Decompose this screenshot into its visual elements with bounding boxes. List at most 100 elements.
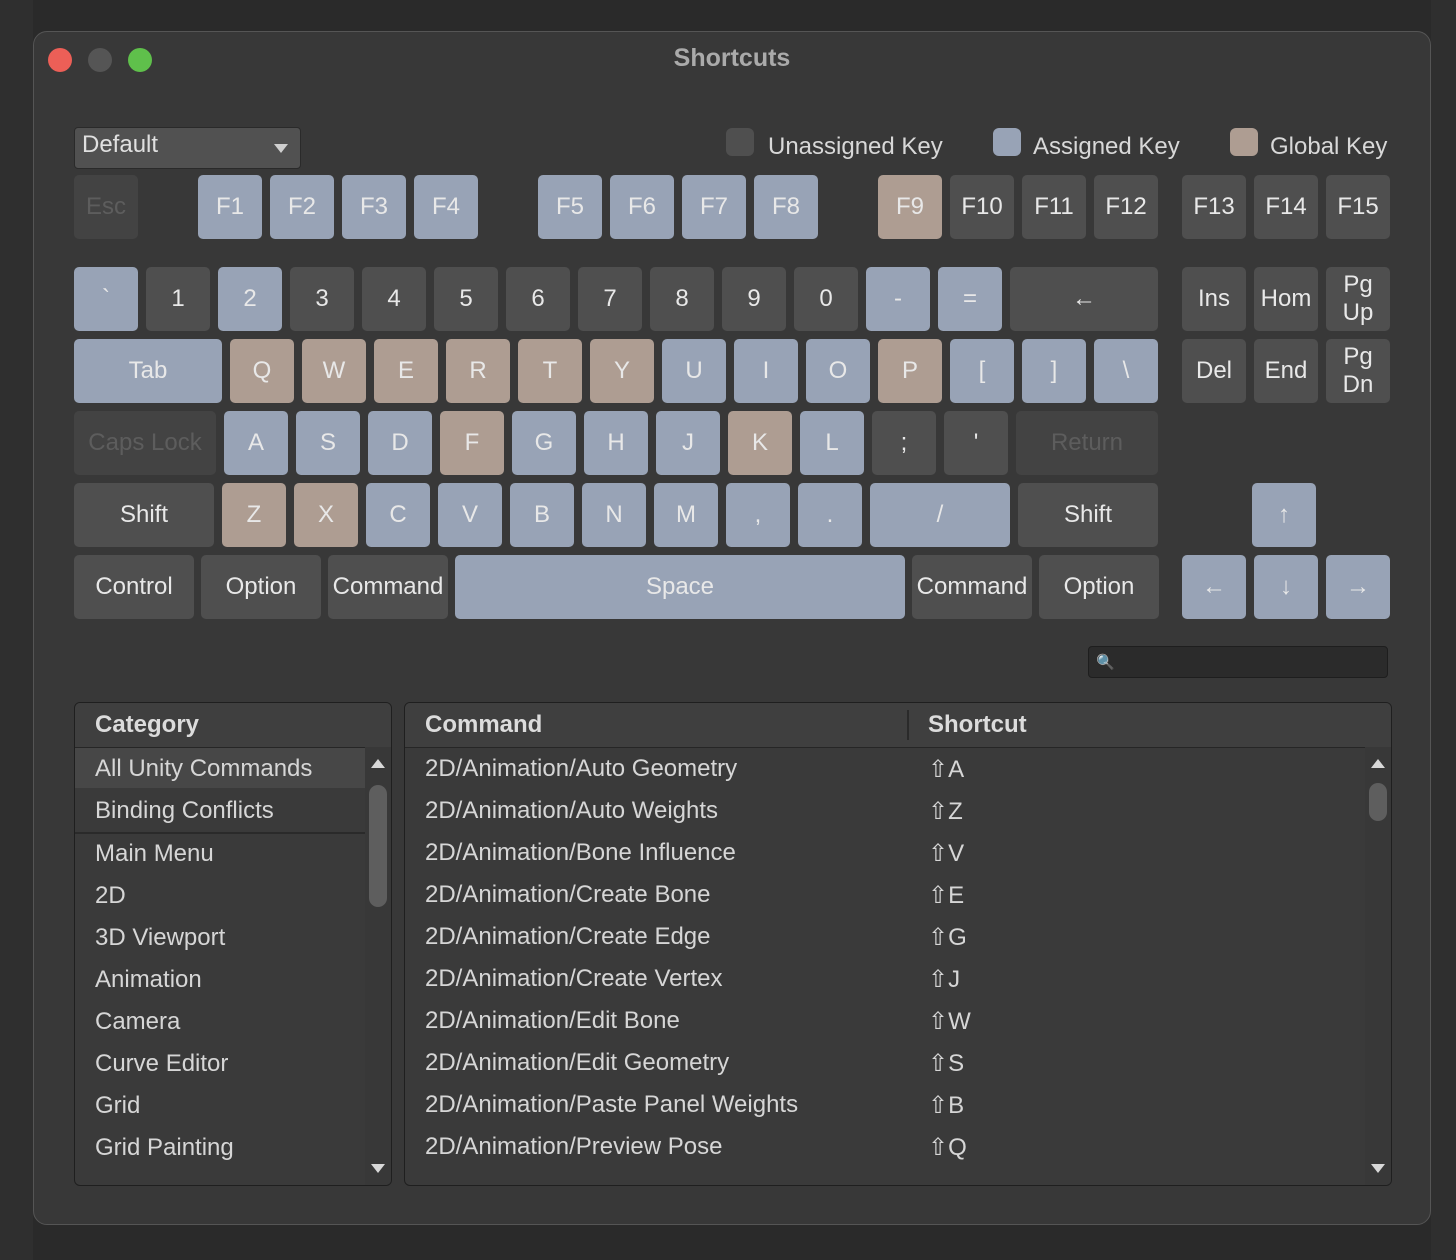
key-end[interactable]: End [1254, 339, 1318, 403]
command-row[interactable]: 2D/Animation/Edit Bone ⇧W [405, 1001, 1365, 1041]
command-row[interactable]: 2D/Animation/Edit Geometry ⇧S [405, 1043, 1365, 1083]
key-f12[interactable]: F12 [1094, 175, 1158, 239]
key-y[interactable]: Y [590, 339, 654, 403]
key-1[interactable]: 1 [146, 267, 210, 331]
key-c[interactable]: C [366, 483, 430, 547]
key-f14[interactable]: F14 [1254, 175, 1318, 239]
key-t[interactable]: T [518, 339, 582, 403]
key-option[interactable]: Option [1039, 555, 1159, 619]
key-f7[interactable]: F7 [682, 175, 746, 239]
key-command[interactable]: Command [328, 555, 448, 619]
key-f13[interactable]: F13 [1182, 175, 1246, 239]
key-sym-46[interactable]: \ [1094, 339, 1158, 403]
key-f[interactable]: F [440, 411, 504, 475]
scroll-down-icon[interactable] [1371, 1164, 1385, 1173]
key-r[interactable]: R [446, 339, 510, 403]
key-7[interactable]: 7 [578, 267, 642, 331]
key-w[interactable]: W [302, 339, 366, 403]
key-f2[interactable]: F2 [270, 175, 334, 239]
command-row[interactable]: 2D/Animation/Auto Geometry ⇧A [405, 749, 1365, 789]
key-f9[interactable]: F9 [878, 175, 942, 239]
category-item[interactable]: Animation [95, 966, 202, 994]
key-hom[interactable]: Hom [1254, 267, 1318, 331]
category-item[interactable]: Grid Painting [95, 1134, 234, 1162]
command-row[interactable]: 2D/Animation/Preview Pose ⇧Q [405, 1127, 1365, 1167]
key-shift[interactable]: Shift [74, 483, 214, 547]
key-f3[interactable]: F3 [342, 175, 406, 239]
key-f11[interactable]: F11 [1022, 175, 1086, 239]
category-scrollbar[interactable] [365, 747, 391, 1185]
key-sym-73[interactable]: / [870, 483, 1010, 547]
command-scrollbar[interactable] [1365, 747, 1391, 1185]
key-2[interactable]: 2 [218, 267, 282, 331]
key-sym-44[interactable]: [ [950, 339, 1014, 403]
key-h[interactable]: H [584, 411, 648, 475]
key-9[interactable]: 9 [722, 267, 786, 331]
key-f4[interactable]: F4 [414, 175, 478, 239]
key-j[interactable]: J [656, 411, 720, 475]
key-sym-83[interactable]: ↓ [1254, 555, 1318, 619]
shortcut-column-header[interactable]: Shortcut [928, 711, 1027, 739]
key-a[interactable]: A [224, 411, 288, 475]
key-k[interactable]: K [728, 411, 792, 475]
key-sym-61[interactable]: ' [944, 411, 1008, 475]
key-6[interactable]: 6 [506, 267, 570, 331]
key-sym-27[interactable]: - [866, 267, 930, 331]
key-q[interactable]: Q [230, 339, 294, 403]
key-tab[interactable]: Tab [74, 339, 222, 403]
key-f5[interactable]: F5 [538, 175, 602, 239]
key-sym-72[interactable]: . [798, 483, 862, 547]
key-command[interactable]: Command [912, 555, 1032, 619]
key-g[interactable]: G [512, 411, 576, 475]
key-z[interactable]: Z [222, 483, 286, 547]
key-x[interactable]: X [294, 483, 358, 547]
key-sym-28[interactable]: = [938, 267, 1002, 331]
key-i[interactable]: I [734, 339, 798, 403]
key-l[interactable]: L [800, 411, 864, 475]
category-item[interactable]: Binding Conflicts [95, 797, 274, 825]
key-0[interactable]: 0 [794, 267, 858, 331]
command-row[interactable]: 2D/Animation/Auto Weights ⇧Z [405, 791, 1365, 831]
key-pg-dn[interactable]: Pg Dn [1326, 339, 1390, 403]
command-row[interactable]: 2D/Animation/Create Vertex ⇧J [405, 959, 1365, 999]
key-4[interactable]: 4 [362, 267, 426, 331]
key-space[interactable]: Space [455, 555, 905, 619]
key-m[interactable]: M [654, 483, 718, 547]
key-e[interactable]: E [374, 339, 438, 403]
command-column-header[interactable]: Command [425, 711, 542, 739]
scroll-up-icon[interactable] [1371, 759, 1385, 768]
key-n[interactable]: N [582, 483, 646, 547]
key-u[interactable]: U [662, 339, 726, 403]
key-o[interactable]: O [806, 339, 870, 403]
key-sym-75[interactable]: ↑ [1252, 483, 1316, 547]
command-row[interactable]: 2D/Animation/Paste Panel Weights ⇧B [405, 1085, 1365, 1125]
category-scroll-thumb[interactable] [369, 785, 387, 907]
key-sym-84[interactable]: → [1326, 555, 1390, 619]
category-item[interactable]: Curve Editor [95, 1050, 228, 1078]
key-control[interactable]: Control [74, 555, 194, 619]
key-sym-82[interactable]: ← [1182, 555, 1246, 619]
key-option[interactable]: Option [201, 555, 321, 619]
key-ins[interactable]: Ins [1182, 267, 1246, 331]
key-f1[interactable]: F1 [198, 175, 262, 239]
key-sym-60[interactable]: ; [872, 411, 936, 475]
key-p[interactable]: P [878, 339, 942, 403]
search-field[interactable]: 🔍 [1088, 646, 1388, 678]
category-item[interactable]: 3D Viewport [95, 924, 225, 952]
key-del[interactable]: Del [1182, 339, 1246, 403]
key-d[interactable]: D [368, 411, 432, 475]
key-5[interactable]: 5 [434, 267, 498, 331]
key-sym-16[interactable]: ` [74, 267, 138, 331]
key-f8[interactable]: F8 [754, 175, 818, 239]
command-row[interactable]: 2D/Animation/Create Edge ⇧G [405, 917, 1365, 957]
category-item[interactable]: Camera [95, 1008, 180, 1036]
category-item[interactable]: 2D [95, 882, 126, 910]
category-item[interactable]: Main Menu [95, 840, 214, 868]
key-shift[interactable]: Shift [1018, 483, 1158, 547]
key-return[interactable]: Return [1016, 411, 1158, 475]
key-caps-lock[interactable]: Caps Lock [74, 411, 216, 475]
command-scroll-thumb[interactable] [1369, 783, 1387, 821]
key-8[interactable]: 8 [650, 267, 714, 331]
key-esc[interactable]: Esc [74, 175, 138, 239]
key-pg-up[interactable]: Pg Up [1326, 267, 1390, 331]
